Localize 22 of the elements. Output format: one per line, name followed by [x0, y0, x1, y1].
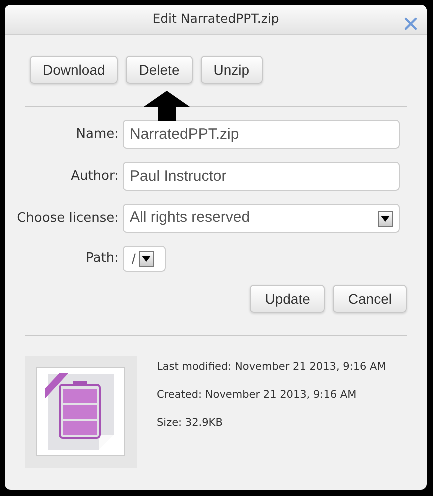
field-label: Name: [75, 126, 120, 144]
input-field[interactable]: NarratedPPT.zip [123, 120, 400, 149]
field-label: Path: [85, 250, 120, 268]
action-button[interactable]: Delete [126, 56, 193, 84]
action-button[interactable]: Unzip [200, 56, 263, 84]
pointer-arrow [144, 91, 190, 121]
archive-file-icon [36, 367, 126, 457]
file-info-text: Last modified: November 21 2013, 9:16 AM [157, 360, 386, 375]
close-icon [403, 16, 419, 32]
dropdown-icon [378, 210, 393, 226]
window-title: Edit NarratedPPT.zip [152, 10, 280, 28]
form-button[interactable]: Cancel [333, 285, 407, 313]
path-select[interactable]: / [123, 246, 166, 272]
input-field[interactable]: Paul Instructor [123, 162, 400, 191]
field-label: Choose license: [16, 210, 120, 228]
action-button[interactable]: Download [30, 56, 118, 84]
form-button[interactable]: Update [250, 285, 326, 313]
license-select[interactable]: All rights reserved [123, 204, 400, 233]
dropdown-icon [138, 251, 154, 267]
file-info-text: Size: 32.9KB [157, 416, 224, 430]
file-info-text: Created: November 21 2013, 9:16 AM [157, 388, 358, 403]
field-label: Author: [70, 168, 120, 186]
